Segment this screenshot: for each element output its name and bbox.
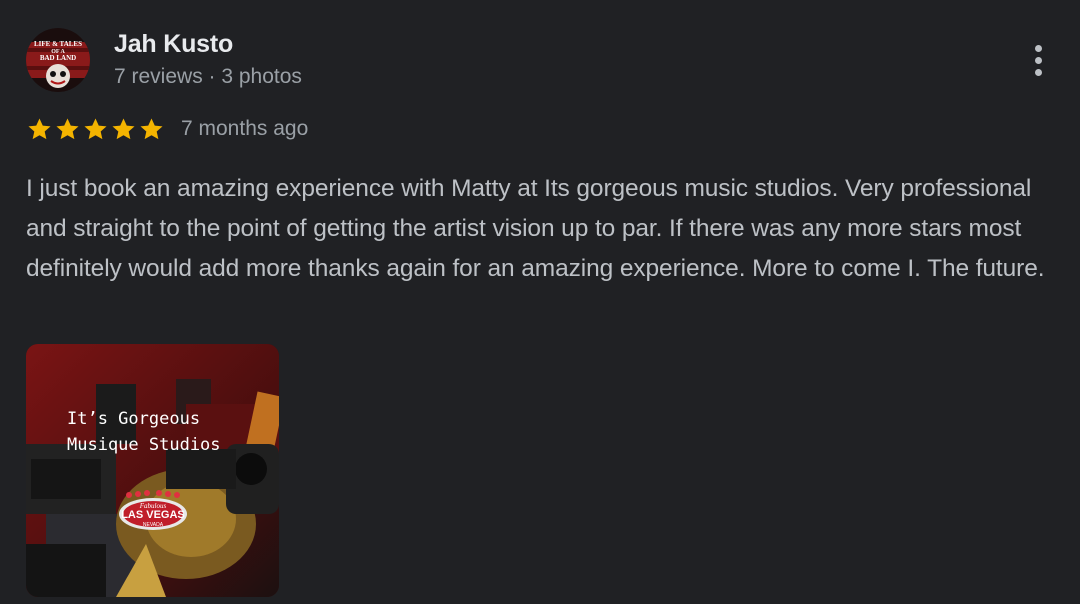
star-icon xyxy=(56,117,79,139)
more-vert-icon-dot xyxy=(1034,68,1042,76)
review-date: 7 months ago xyxy=(181,117,309,140)
sign-text: LAS VEGAS xyxy=(121,509,185,521)
more-options-button[interactable] xyxy=(1018,38,1058,82)
author-avatar[interactable]: LIFE & TALES OF A BAD LAND xyxy=(26,28,90,92)
star-icon xyxy=(140,117,163,139)
more-vert-icon xyxy=(1034,44,1042,52)
author-name[interactable]: Jah Kusto xyxy=(114,28,302,60)
review-photo-image: Fabulous LAS VEGAS NEVADA It’s Gorgeous … xyxy=(26,344,279,597)
author-info: Jah Kusto 7 reviews · 3 photos xyxy=(114,28,302,92)
review-text: I just book an amazing experience with M… xyxy=(26,175,1045,282)
review-header: LIFE & TALES OF A BAD LAND Jah Kusto 7 r… xyxy=(26,28,302,92)
more-vert-icon-dot xyxy=(1034,56,1042,64)
rating-row: 7 months ago xyxy=(26,114,308,144)
author-meta: 7 reviews · 3 photos xyxy=(114,65,302,88)
review-photo[interactable]: Fabulous LAS VEGAS NEVADA It’s Gorgeous … xyxy=(26,344,279,597)
star-icon xyxy=(112,117,135,139)
star-icon xyxy=(84,117,107,139)
avatar-image: LIFE & TALES OF A BAD LAND xyxy=(26,28,90,92)
review-card: LIFE & TALES OF A BAD LAND Jah Kusto 7 r… xyxy=(0,0,1080,604)
star-icon xyxy=(28,117,51,139)
photo-overlay-line-1: It’s Gorgeous xyxy=(67,409,200,429)
sign-bottom-text: NEVADA xyxy=(143,522,164,528)
avatar-text-line-1: LIFE & TALES xyxy=(34,40,82,48)
avatar-text-line-3: BAD LAND xyxy=(40,54,76,62)
photo-overlay-line-2: Musique Studios xyxy=(67,435,221,455)
star-rating xyxy=(26,116,165,143)
